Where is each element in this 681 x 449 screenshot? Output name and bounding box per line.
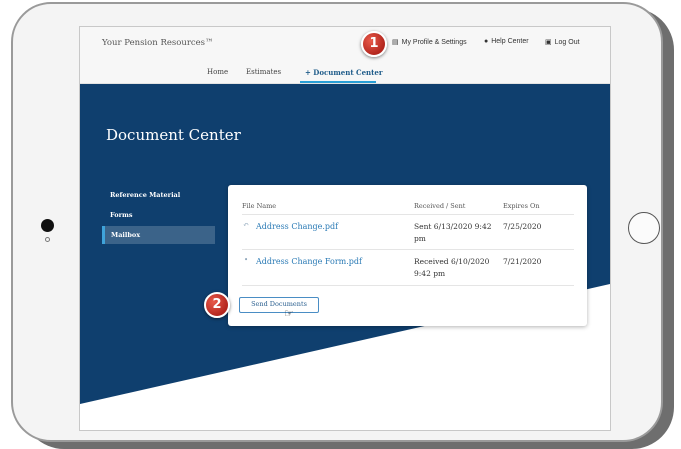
file-link[interactable]: Address Change.pdf — [256, 222, 338, 231]
row-divider — [242, 285, 574, 286]
documents-panel: File Name Received / Sent Expires On ↶ A… — [228, 185, 587, 326]
my-profile-label: My Profile & Settings — [401, 38, 467, 46]
question-circle-icon: ● — [484, 38, 489, 45]
top-utility-bar: Your Pension Resources™ ▤ My Profile & S… — [80, 27, 610, 61]
my-profile-link[interactable]: ▤ My Profile & Settings — [392, 38, 467, 47]
header-divider — [242, 214, 574, 215]
column-header-expires-on: Expires On — [503, 202, 540, 210]
site-brand: Your Pension Resources™ — [102, 38, 214, 48]
nav-active-indicator — [300, 81, 376, 83]
help-center-link[interactable]: ● Help Center — [484, 38, 529, 45]
nav-document-center[interactable]: + Document Center — [305, 68, 383, 77]
hand-cursor-icon: ☞ — [284, 307, 294, 320]
bullet-dot-icon: • — [244, 256, 249, 264]
camera-icon — [41, 219, 54, 232]
row-expires: 7/21/2020 — [503, 257, 542, 266]
main-nav: Home Estimates + Document Center — [80, 61, 610, 84]
callout-badge-2: 2 — [204, 292, 230, 318]
row-date-line2: 9:42 pm — [414, 269, 446, 278]
help-center-label: Help Center — [491, 38, 529, 45]
id-card-icon: ▤ — [392, 39, 399, 46]
sidebar-item-reference-material[interactable]: Reference Material — [102, 186, 215, 204]
file-link[interactable]: Address Change Form.pdf — [256, 257, 362, 266]
page-title: Document Center — [106, 126, 241, 144]
home-button[interactable] — [628, 212, 660, 244]
tablet-screen: Your Pension Resources™ ▤ My Profile & S… — [79, 26, 611, 431]
sensor-icon — [45, 237, 50, 242]
reply-arrow-icon: ↶ — [243, 221, 249, 229]
callout-badge-1: 1 — [361, 31, 387, 57]
row-divider — [242, 249, 574, 250]
row-date-line1: Sent 6/13/2020 9:42 — [414, 222, 492, 231]
row-date-line2: pm — [414, 234, 426, 243]
sidebar-item-mailbox[interactable]: Mailbox — [102, 226, 215, 244]
lock-icon: ▣ — [545, 39, 552, 46]
nav-estimates[interactable]: Estimates — [246, 68, 281, 76]
log-out-link[interactable]: ▣ Log Out — [545, 38, 580, 47]
column-header-file-name: File Name — [242, 202, 277, 210]
column-header-received-sent: Received / Sent — [414, 202, 466, 210]
row-expires: 7/25/2020 — [503, 222, 542, 231]
sidebar-item-forms[interactable]: Forms — [102, 206, 215, 224]
send-documents-button[interactable]: Send Documents — [239, 297, 319, 313]
row-date-line1: Received 6/10/2020 — [414, 257, 490, 266]
log-out-label: Log Out — [554, 38, 580, 46]
nav-home[interactable]: Home — [207, 68, 228, 76]
